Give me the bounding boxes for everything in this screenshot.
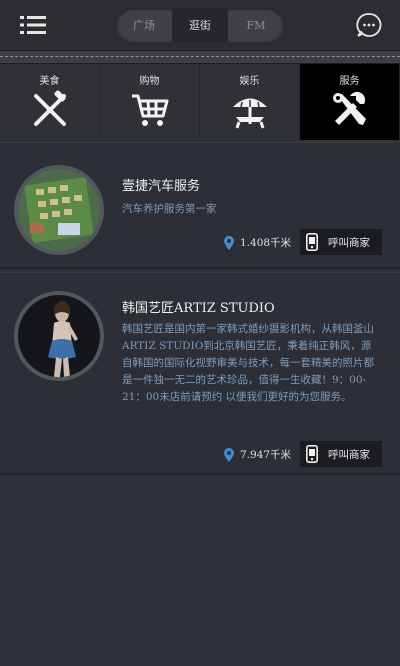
category-label: 娱乐 [239, 76, 260, 87]
call-merchant-button[interactable]: 呼叫商家 [300, 441, 382, 467]
merchant-title: 壹捷汽车服务 [122, 179, 201, 194]
call-button-label: 呼叫商家 [328, 448, 370, 461]
tab-fm[interactable]: FM [228, 8, 284, 42]
call-button-label: 呼叫商家 [328, 236, 370, 249]
call-merchant-button[interactable]: 呼叫商家 [300, 229, 382, 255]
chat-bubble-icon[interactable] [356, 12, 382, 38]
merchant-title: 韩国艺匠ARTIZ STUDIO [122, 301, 275, 316]
top-tab-switcher: 广场 逛街 FM [116, 8, 284, 42]
category-entertainment[interactable]: 娱乐 [200, 64, 300, 140]
tools-icon [333, 91, 366, 125]
merchant-avatar [18, 169, 100, 251]
category-food[interactable]: 美食 [0, 64, 100, 140]
merchant-card[interactable]: 韩国艺匠ARTIZ STUDIO 韩国艺匠是国内第一家韩式婚纱摄影机构，从韩国釜… [0, 272, 400, 473]
beach-umbrella-icon [233, 98, 267, 129]
phone-icon [306, 233, 318, 251]
category-shopping[interactable]: 购物 [100, 64, 200, 140]
location-pin-icon [224, 235, 234, 250]
merchant-card[interactable]: 壹捷汽车服务 汽车养护服务第一家 1.408千米 呼叫商家 [0, 142, 400, 267]
merchant-distance: 1.408千米 [224, 235, 291, 250]
category-bar: 美食 购物 娱乐 服务 [0, 64, 400, 140]
merchant-distance: 7.947千米 [224, 447, 291, 462]
distance-text: 7.947千米 [240, 449, 292, 461]
menu-list-icon[interactable] [20, 14, 48, 36]
category-label: 美食 [39, 76, 60, 87]
category-label: 服务 [339, 76, 360, 87]
distance-text: 1.408千米 [240, 237, 292, 249]
tab-shopping-street[interactable]: 逛街 [172, 8, 228, 42]
category-label: 购物 [139, 76, 160, 87]
merchant-description: 韩国艺匠是国内第一家韩式婚纱摄影机构，从韩国釜山ARTIZ STUDIO到北京韩… [122, 323, 374, 403]
location-pin-icon [224, 447, 234, 462]
tab-square[interactable]: 广场 [116, 8, 172, 42]
shopping-cart-icon [132, 94, 169, 126]
merchant-avatar [18, 295, 100, 377]
category-services[interactable]: 服务 [300, 64, 400, 140]
utensils-icon [34, 90, 66, 126]
merchant-description: 汽车养护服务第一家 [122, 203, 217, 215]
phone-icon [306, 445, 318, 463]
stitched-divider [0, 50, 400, 64]
top-bar: 广场 逛街 FM [0, 0, 400, 50]
